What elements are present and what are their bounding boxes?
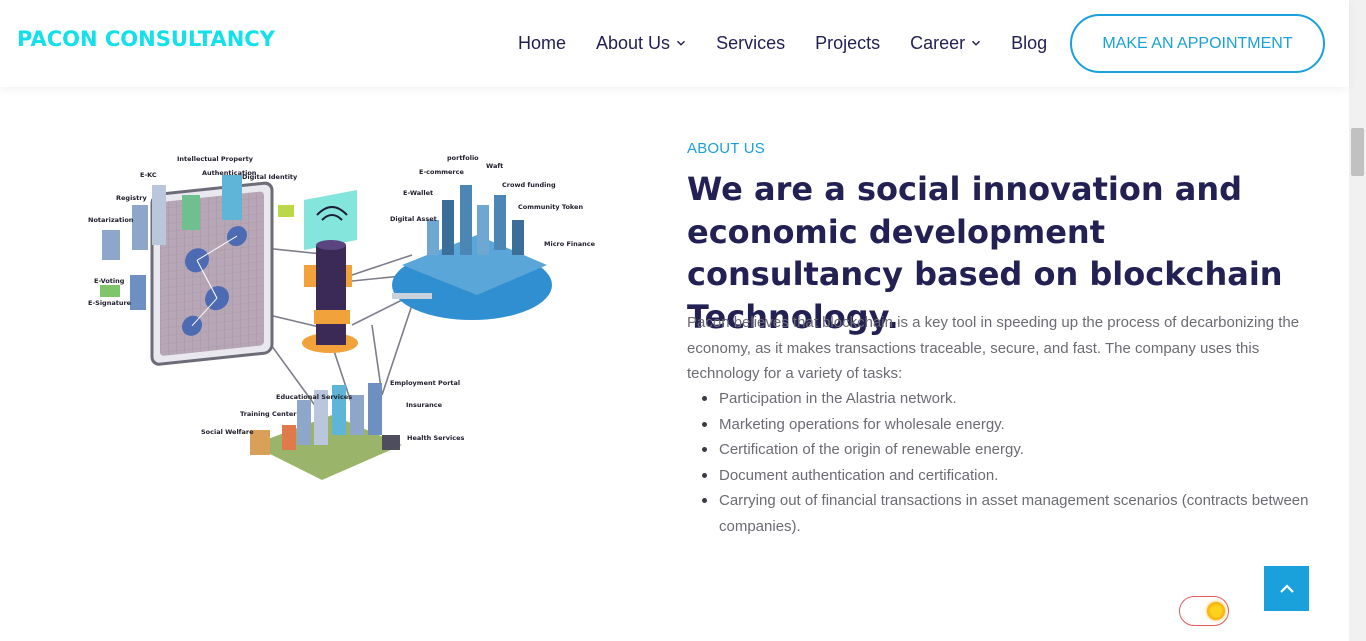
- sun-icon: [1207, 602, 1225, 620]
- list-item: Participation in the Alastria network.: [687, 386, 1317, 412]
- illus-label: Crowd funding: [502, 181, 556, 189]
- illus-label: Employment Portal: [390, 379, 460, 387]
- list-item: Marketing operations for wholesale energ…: [687, 412, 1317, 438]
- nav-item-about-us[interactable]: About Us: [596, 32, 686, 54]
- bullet-icon: [702, 396, 707, 401]
- list-item: Carrying out of financial transactions i…: [687, 488, 1317, 539]
- brand-logo[interactable]: PACON CONSULTANCY: [17, 27, 275, 51]
- illus-label: E-Signature: [88, 299, 132, 307]
- chevron-down-icon: [971, 38, 981, 48]
- list-item: Document authentication and certificatio…: [687, 463, 1317, 489]
- make-appointment-button[interactable]: MAKE AN APPOINTMENT: [1070, 14, 1325, 73]
- nav-label: About Us: [596, 32, 671, 53]
- nav-item-projects[interactable]: Projects: [815, 32, 880, 54]
- blockchain-illustration: Intellectual Property Authentication Dig…: [88, 154, 596, 480]
- site-header: PACON CONSULTANCY Home About Us Services…: [0, 0, 1349, 87]
- bullet-icon: [702, 472, 707, 478]
- nav-label: Services: [716, 32, 786, 53]
- list-item-text: Participation in the Alastria network.: [719, 390, 957, 407]
- illus-label: Intellectual Property: [177, 155, 254, 163]
- scrollbar-thumb[interactable]: [1351, 128, 1364, 176]
- intro-paragraph: Pacon believes that blockchain is a key …: [687, 314, 1300, 382]
- nav-item-services[interactable]: Services: [716, 32, 785, 54]
- illus-label: Digital Identity: [242, 173, 298, 181]
- bullet-icon: [702, 447, 707, 452]
- nav-label: Home: [518, 32, 567, 53]
- chevron-down-icon: [676, 38, 686, 48]
- tablet-graphic: [150, 181, 274, 366]
- illus-label: Micro Finance: [544, 240, 596, 248]
- illus-label: Community Token: [518, 203, 583, 211]
- nav-item-career[interactable]: Career: [910, 32, 981, 54]
- illus-label: Notarization: [88, 216, 134, 224]
- nav-label: Projects: [815, 32, 881, 53]
- theme-toggle[interactable]: [1179, 596, 1229, 626]
- bullet-icon: [702, 498, 707, 503]
- bullet-icon: [702, 421, 707, 427]
- task-list: Participation in the Alastria network. M…: [687, 386, 1317, 539]
- list-item-text: Certification of the origin of renewable…: [719, 441, 1024, 458]
- illus-label: E-Wallet: [403, 189, 433, 197]
- section-label: ABOUT US: [687, 140, 766, 157]
- illus-label: E-KC: [140, 171, 157, 179]
- list-item: Certification of the origin of renewable…: [687, 437, 1317, 463]
- list-item-text: Carrying out of financial transactions i…: [719, 492, 1309, 535]
- illus-label: Registry: [116, 194, 147, 202]
- back-to-top-button[interactable]: [1264, 566, 1309, 611]
- illus-label: Digital Asset: [390, 215, 437, 223]
- illus-label: Social Welfare: [201, 428, 254, 436]
- illus-label: Educational Services: [276, 393, 352, 401]
- nav-item-home[interactable]: Home: [518, 32, 566, 54]
- illus-label: Training Center: [240, 410, 297, 418]
- illus-label: Insurance: [406, 401, 443, 409]
- nav-label: Blog: [1011, 32, 1048, 53]
- illus-label: Waft: [486, 162, 503, 170]
- illus-label: E-Voting: [94, 277, 125, 285]
- illus-label: Health Services: [407, 434, 464, 442]
- page-scrollbar[interactable]: [1349, 0, 1366, 641]
- list-item-text: Marketing operations for wholesale energ…: [719, 415, 1005, 433]
- list-item-text: Document authentication and certificatio…: [719, 466, 999, 484]
- illus-label: E-commerce: [419, 168, 464, 176]
- chevron-up-icon: [1279, 583, 1294, 593]
- nav-item-blog[interactable]: Blog: [1011, 32, 1047, 54]
- main-nav: Home About Us Services Projects Career B…: [518, 32, 1077, 54]
- blockchain-tower-graphic: [302, 190, 358, 353]
- illus-label: portfolio: [447, 154, 479, 162]
- nav-label: Career: [910, 32, 966, 53]
